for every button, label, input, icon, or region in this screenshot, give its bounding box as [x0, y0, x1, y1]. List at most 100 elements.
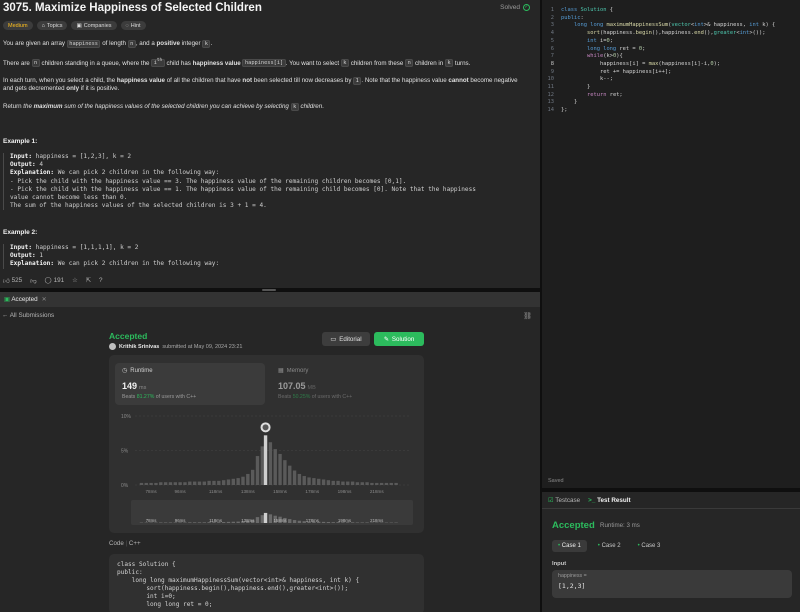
runtime-card[interactable]: ◷ Runtime 149 ms Beats 81.27% of users wit… [115, 363, 265, 405]
editor-line[interactable]: 8 happiness[i] = max(happiness[i]-i,0); [542, 61, 800, 69]
editor-line[interactable]: 7 while(k>0){ [542, 53, 800, 61]
help-button[interactable]: ? [99, 277, 103, 284]
avatar[interactable] [109, 343, 116, 350]
like-button[interactable]: 👍︎ 525 [3, 277, 22, 285]
drag-handle[interactable] [262, 289, 276, 291]
example-2-title: Example 2: [3, 229, 38, 236]
histogram-bar [389, 482, 393, 485]
overview-tick-label: 138ms [241, 518, 255, 523]
editor-line[interactable]: 14}; [542, 107, 800, 115]
editor-line[interactable]: 12 return ret; [542, 92, 800, 100]
line-code[interactable]: sort(happiness.begin(),happiness.end(),g… [561, 30, 766, 38]
close-icon[interactable]: ✕ [42, 296, 47, 303]
hint-tag[interactable]: ◌ Hint [120, 21, 146, 30]
comments-button[interactable]: ◯ 191 [45, 277, 65, 284]
code-editor[interactable]: 1 class Solution {2 public: 3 long long max… [542, 0, 800, 488]
editor-line[interactable]: 10 k--; [542, 76, 800, 84]
tab-testcase[interactable]: ☑ Testcase [548, 497, 580, 504]
y-tick-label: 5% [121, 449, 129, 455]
runtime-distribution-chart[interactable]: 10% 5% 0% 78ms 78ms 96ms 96ms 118ms 118ms 138ms 13… [109, 408, 424, 533]
lock-icon: ▣ [76, 22, 82, 29]
line-code[interactable]: }; [561, 107, 568, 115]
line-code[interactable]: class Solution { [561, 7, 613, 15]
all-submissions-link[interactable]: ← All Submissions [2, 312, 54, 319]
editor-line[interactable]: 2 public: [542, 15, 800, 23]
line-code[interactable]: happiness[i] = max(happiness[i]-i,0); [561, 61, 720, 69]
case-1-tab[interactable]: • Case 1 [552, 540, 587, 552]
histogram-bar [288, 465, 292, 485]
line-number: 12 [547, 91, 555, 98]
overview-bar [168, 522, 173, 523]
line-code[interactable]: return ret; [561, 92, 623, 100]
editor-line[interactable]: 6 long long ret = 0; [542, 46, 800, 54]
overview-bar [197, 522, 202, 523]
solution-button[interactable]: ✎ Solution [374, 332, 424, 346]
editor-line[interactable]: 13 } [542, 99, 800, 107]
editor-line[interactable]: 1 class Solution { [542, 7, 800, 15]
problem-footer: 👍︎ 525 👎︎ ◯ 191 ☆ ⇱ ? [0, 273, 540, 288]
histogram-bar [355, 482, 360, 485]
line-code[interactable]: int i=0; [561, 38, 613, 46]
histogram-bar [341, 481, 345, 485]
share-button[interactable]: ⇱ [86, 277, 91, 284]
histogram-bar [217, 480, 221, 485]
overview-bar [163, 522, 168, 523]
tab-test-result[interactable]: >_ Test Result [588, 497, 630, 504]
input-label: Input [552, 561, 567, 567]
link-icon[interactable]: ⛓ [523, 312, 532, 320]
editor-lines[interactable]: 1 class Solution {2 public: 3 long long max… [542, 7, 800, 115]
histogram-bar [221, 480, 226, 485]
overview-bar [188, 522, 192, 523]
share-icon: ⇱ [85, 277, 92, 284]
histogram-bar [297, 473, 302, 485]
difficulty-tag[interactable]: Medium [3, 21, 33, 30]
test-runtime: Runtime: 3 ms [600, 522, 640, 529]
topics-tag[interactable]: ⌂ Topics [36, 21, 68, 30]
editor-line[interactable]: 11 } [542, 84, 800, 92]
histogram-bar [312, 478, 316, 485]
line-code[interactable]: } [561, 84, 590, 92]
line-code[interactable]: long long maximumHappinessSum(vector<int… [561, 22, 775, 30]
desc-paragraph-1: You are given an array happiness of leng… [3, 40, 213, 48]
memory-card[interactable]: ▦ Memory 107.05 MB Beats 50.25% of users w… [271, 363, 421, 405]
line-code[interactable]: while(k>0){ [561, 53, 623, 61]
y-tick-label: 10% [121, 414, 132, 420]
input-var-name: happiness = [558, 573, 587, 579]
line-code[interactable]: } [561, 99, 577, 107]
submitted-at: submitted at May 09, 2024 23:21 [162, 343, 243, 350]
hint-label: Hint [130, 22, 141, 29]
line-number: 6 [550, 45, 554, 52]
case-3-tab[interactable]: • Case 3 [632, 540, 667, 552]
companies-tag[interactable]: ▣ Companies [71, 21, 117, 30]
histogram-bar [144, 482, 148, 485]
editor-line[interactable]: 4 sort(happiness.begin(),happiness.end()… [542, 30, 800, 38]
line-code[interactable]: ret += happiness[i++]; [561, 69, 671, 77]
submission-author: Krithik Srinivas submitted at May 09, 20… [109, 343, 242, 350]
overview-bar [355, 522, 360, 523]
line-code[interactable]: public: [561, 15, 584, 23]
histogram-bar [168, 482, 173, 485]
line-code[interactable]: long long ret = 0; [561, 46, 645, 54]
histogram-bar [263, 435, 268, 485]
histogram-bar [226, 479, 231, 485]
editor-line[interactable]: 5 int i=0; [542, 38, 800, 46]
overview-tick-label: 218ms [370, 518, 384, 523]
overview-tick-label: 78ms [146, 518, 158, 523]
editor-line[interactable]: 9 ret += happiness[i++]; [542, 69, 800, 77]
favorite-button[interactable]: ☆ [72, 277, 78, 284]
histogram-bar [149, 482, 153, 485]
editorial-button[interactable]: ▭ Editorial [322, 332, 370, 346]
case-2-tab[interactable]: • Case 2 [592, 540, 627, 552]
overview-bar [321, 521, 326, 523]
overview-tick-label: 178ms [306, 518, 320, 523]
line-code[interactable]: k--; [561, 76, 613, 84]
overview-bar [268, 514, 273, 523]
problem-description: You are given an array happiness of leng… [3, 40, 528, 120]
histogram-bar [212, 480, 216, 485]
runtime-value: 149 [122, 381, 138, 391]
tab-accepted[interactable]: ▣ Accepted [4, 296, 38, 303]
author-name[interactable]: Krithik Srinivas [119, 344, 159, 350]
check-circle-icon: ✓ [523, 4, 530, 11]
dislike-button[interactable]: 👎︎ [30, 277, 36, 285]
editor-line[interactable]: 3 long long maximumHappinessSum(vector<i… [542, 22, 800, 30]
